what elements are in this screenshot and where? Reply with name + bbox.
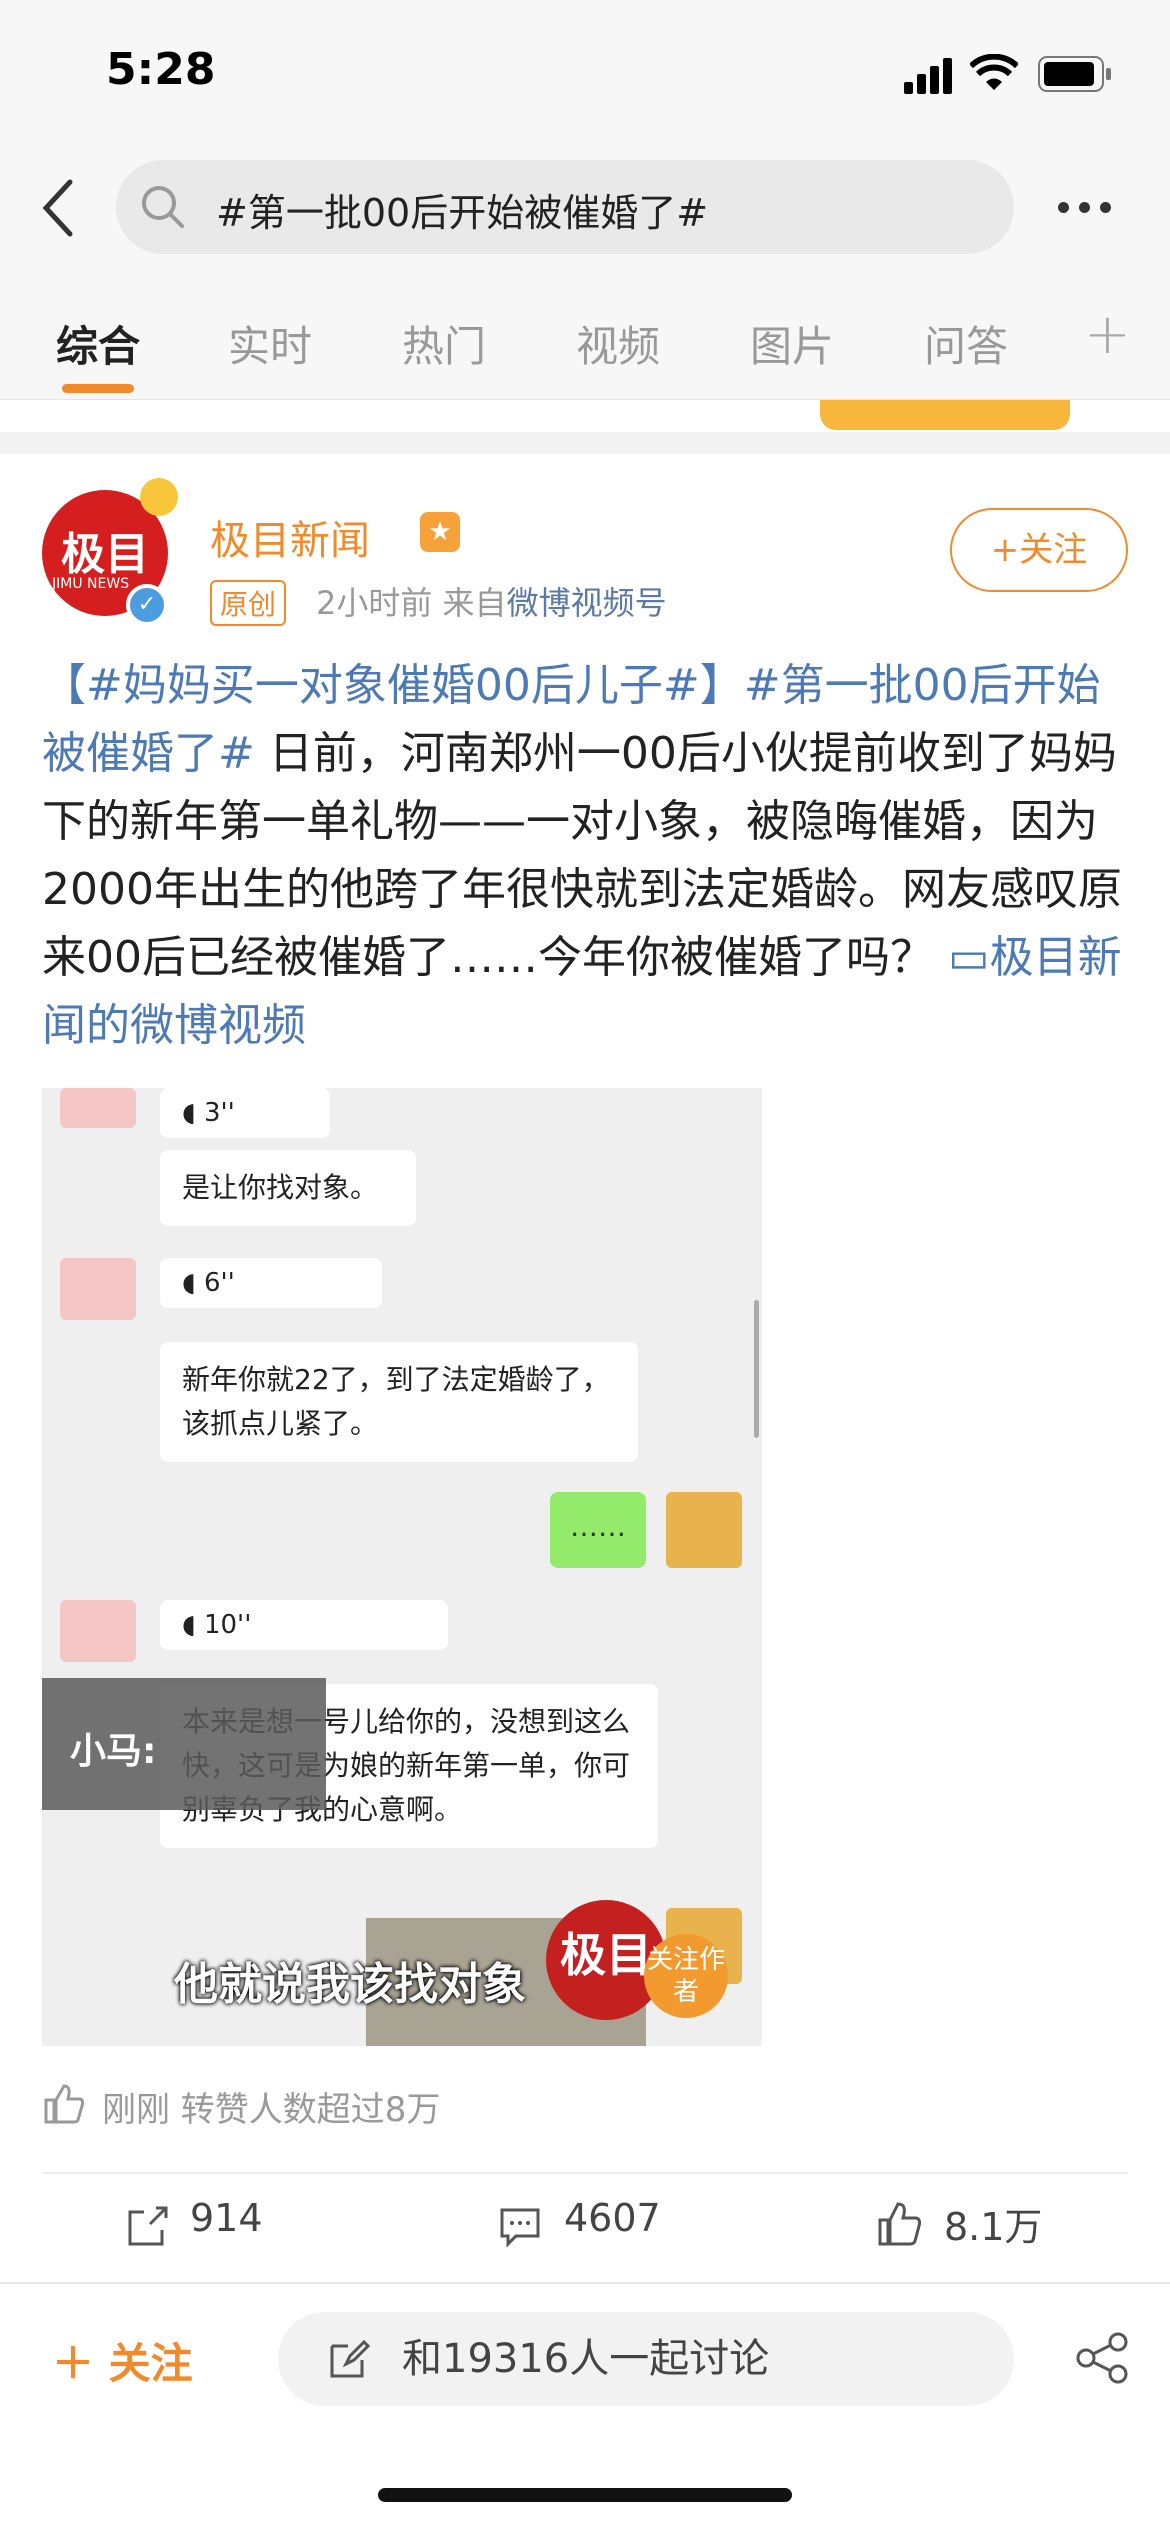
home-indicator	[378, 2488, 792, 2502]
tab-realtime[interactable]: 实时	[228, 313, 312, 374]
post-content: 【#妈妈买一对象催婚00后儿子#】#第一批00后开始被催婚了# 日前，河南郑州一…	[42, 652, 1132, 1060]
tab-qa[interactable]: 问答	[924, 313, 1008, 374]
reply-bubble: ……	[550, 1492, 646, 1568]
chat-bubble: 新年你就22了，到了法定婚龄了，该抓点儿紧了。	[160, 1342, 638, 1462]
repost-count[interactable]: 914	[190, 2196, 263, 2240]
wifi-icon	[970, 54, 1018, 90]
voice-message: ◖ 6''	[160, 1258, 382, 1308]
voice-icon: ◖	[182, 1098, 204, 1128]
receiver-avatar	[666, 1492, 742, 1568]
post-meta: 2小时前 来自微博视频号	[316, 578, 667, 624]
post-time: 2小时前	[316, 584, 433, 622]
comment-count[interactable]: 4607	[564, 2196, 661, 2240]
like-count[interactable]: 8.1万	[944, 2196, 1042, 2251]
plus-icon: ＋	[52, 2339, 109, 2388]
search-query[interactable]: #第一批00后开始被催婚了#	[216, 182, 708, 237]
source-link[interactable]: 微博视频号	[507, 584, 667, 622]
member-badge-icon: ★	[420, 512, 460, 552]
like-small-icon	[44, 2084, 85, 2124]
video-scroll-indicator	[754, 1300, 759, 1438]
hashtag-link[interactable]: 【#妈妈买一对象催婚00后儿子#】	[42, 660, 744, 711]
tab-images[interactable]: 图片	[750, 313, 834, 374]
back-arrow-icon[interactable]	[38, 178, 78, 238]
section-divider	[0, 432, 1170, 454]
tab-bar: 综合 实时 热门 视频 图片 问答	[0, 275, 1170, 400]
tab-hot[interactable]: 热门	[402, 313, 486, 374]
voice-icon: ◖	[182, 1610, 204, 1640]
avatar-logo: 极目	[61, 529, 149, 580]
speaker-label: 小马:	[42, 1678, 326, 1810]
video-link-icon: ▭	[948, 932, 990, 983]
discuss-input[interactable]: 和19316人一起讨论	[278, 2312, 1014, 2406]
voice-icon: ◖	[182, 1268, 204, 1298]
video-subtitle: 他就说我该找对象	[174, 1959, 526, 2010]
author-name[interactable]: 极目新闻	[210, 508, 370, 566]
add-tab-icon[interactable]: +	[1084, 302, 1131, 367]
sender-avatar	[60, 1600, 136, 1662]
share-icon[interactable]	[1074, 2330, 1130, 2386]
battery-icon	[1038, 56, 1111, 92]
voice-message: ◖ 3''	[160, 1088, 330, 1138]
tab-video[interactable]: 视频	[576, 313, 660, 374]
repost-icon[interactable]	[126, 2204, 170, 2248]
source-prefix: 来自	[442, 584, 507, 622]
edit-icon	[330, 2339, 371, 2378]
sender-avatar	[60, 1258, 136, 1320]
cellular-signal-icon	[904, 58, 952, 94]
follow-author-badge[interactable]: 关注作者	[644, 1934, 728, 2018]
like-icon[interactable]	[876, 2200, 924, 2248]
comment-icon[interactable]	[498, 2204, 542, 2248]
follow-topic-button[interactable]: ＋ 关注	[52, 2330, 193, 2391]
tab-comprehensive[interactable]: 综合	[56, 313, 140, 374]
video-player[interactable]: ◖ 3'' 是让你找对象。 ◖ 6'' 新年你就22了，到了法定婚龄了，该抓点儿…	[42, 1088, 762, 2046]
search-icon	[142, 186, 184, 228]
follow-button[interactable]: +关注	[950, 508, 1128, 592]
active-tab-indicator	[62, 384, 134, 393]
status-time: 5:28	[106, 44, 216, 95]
chat-bubble: 是让你找对象。	[160, 1150, 416, 1226]
sender-avatar	[60, 1088, 136, 1128]
repost-info: 刚刚 转赞人数超过8万	[102, 2090, 441, 2130]
original-tag: 原创	[210, 580, 287, 626]
banner-image	[820, 400, 1070, 430]
verified-icon: ✓	[126, 584, 168, 626]
sun-decoration-icon	[140, 478, 178, 516]
more-options-icon[interactable]	[1058, 198, 1121, 217]
voice-message: ◖ 10''	[160, 1600, 448, 1650]
divider	[42, 2172, 1128, 2174]
avatar-logo-sub: JIMU NEWS	[52, 576, 130, 592]
